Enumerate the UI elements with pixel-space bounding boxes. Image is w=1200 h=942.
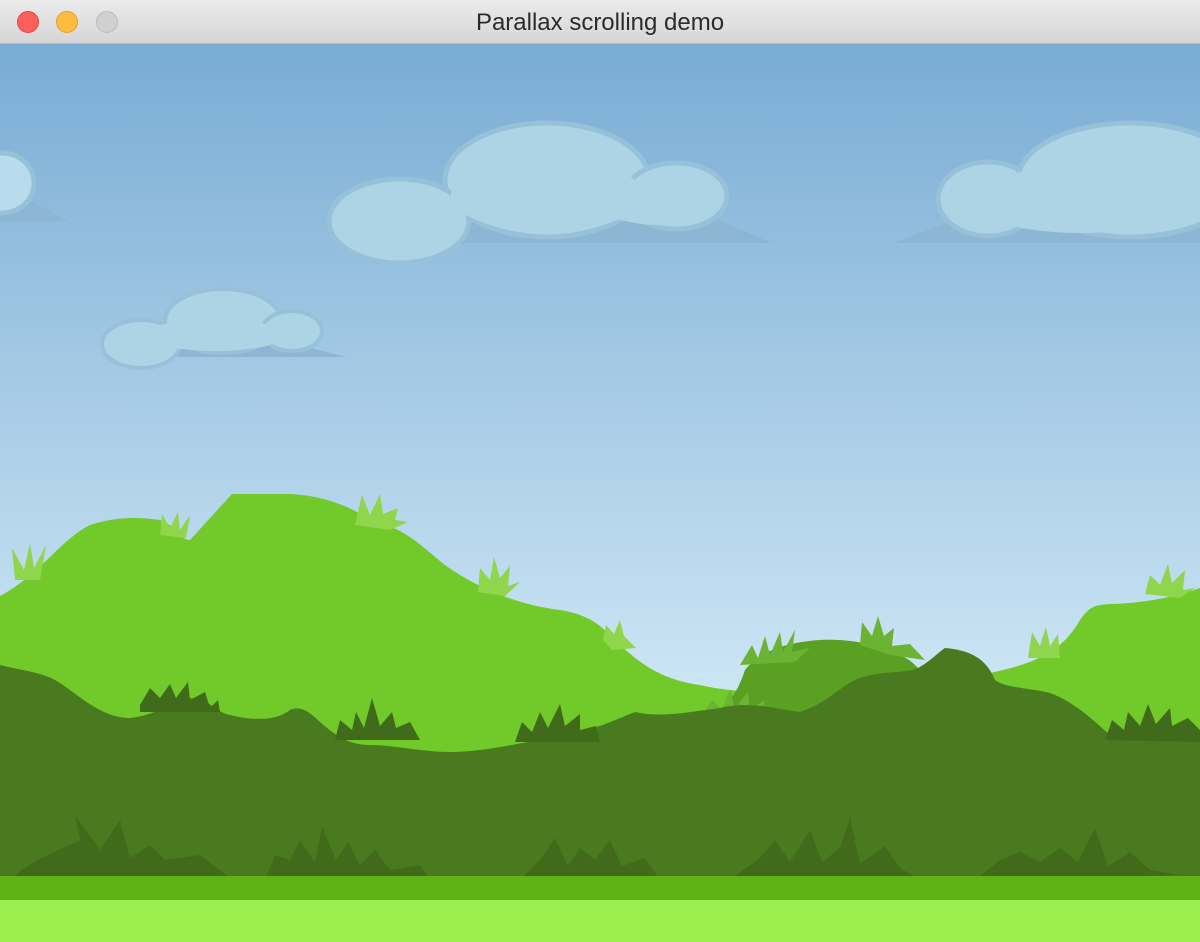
parallax-scene [0,44,1200,942]
grass-strip [0,876,1200,901]
app-window: Parallax scrolling demo [0,0,1200,942]
game-canvas[interactable] [0,44,1200,942]
ground [0,900,1200,942]
title-bar[interactable]: Parallax scrolling demo [0,0,1200,44]
window-title: Parallax scrolling demo [475,9,725,36]
